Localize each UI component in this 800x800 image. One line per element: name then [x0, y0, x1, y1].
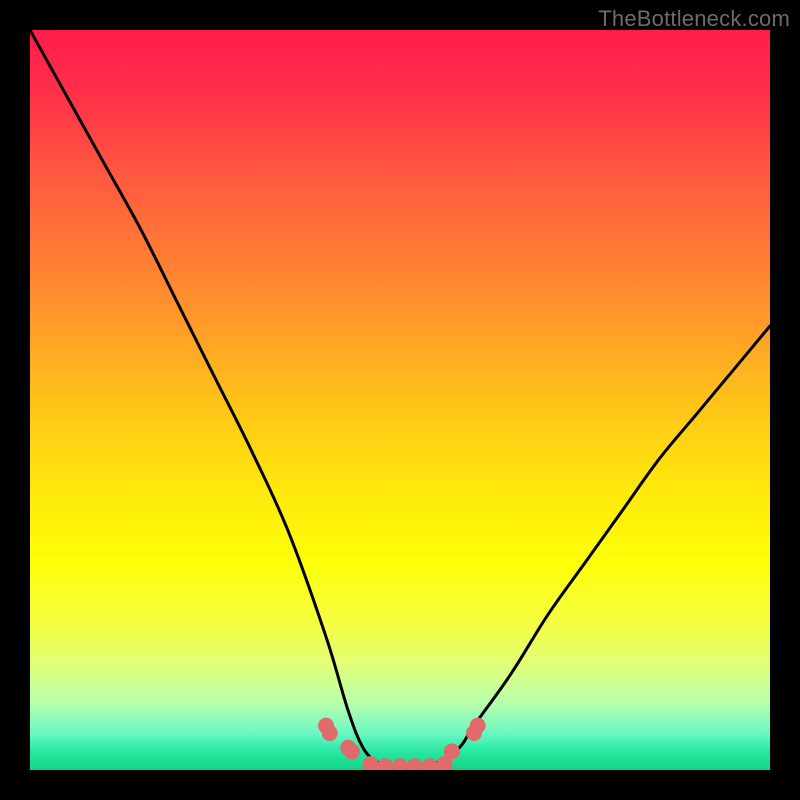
trough-point [377, 758, 393, 770]
trough-point [444, 744, 460, 760]
trough-point [344, 744, 360, 760]
chart-frame: TheBottleneck.com [0, 0, 800, 800]
trough-point [407, 758, 423, 770]
trough-point [322, 725, 338, 741]
trough-point [392, 758, 408, 770]
bottleneck-curve [30, 30, 770, 770]
trough-point [422, 758, 438, 770]
watermark-text: TheBottleneck.com [598, 6, 790, 32]
plot-area [30, 30, 770, 770]
trough-point [362, 756, 378, 770]
trough-point [470, 718, 486, 734]
